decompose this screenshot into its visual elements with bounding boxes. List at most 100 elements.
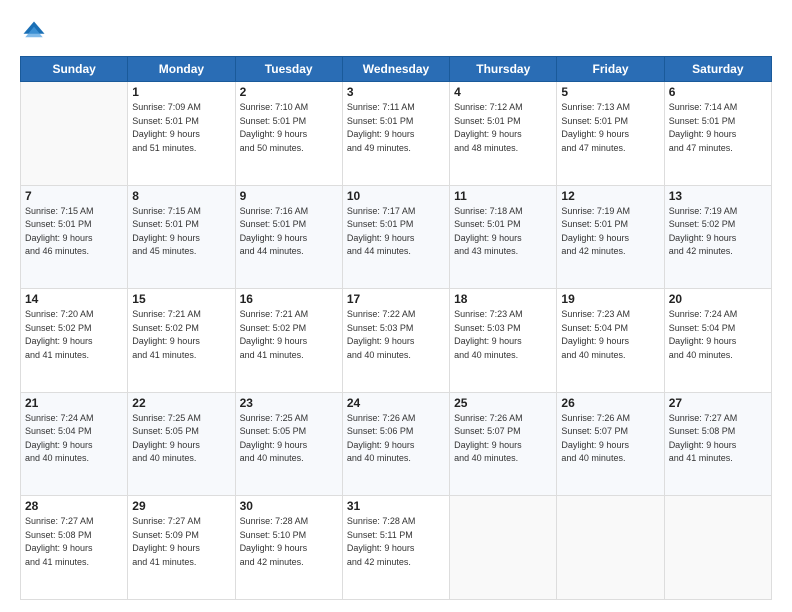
calendar-cell: 21 Sunrise: 7:24 AMSunset: 5:04 PMDayligh… xyxy=(21,392,128,496)
day-number: 3 xyxy=(347,85,445,99)
weekday-header-wednesday: Wednesday xyxy=(342,57,449,82)
calendar-week-4: 21 Sunrise: 7:24 AMSunset: 5:04 PMDayligh… xyxy=(21,392,772,496)
calendar-cell: 5 Sunrise: 7:13 AMSunset: 5:01 PMDaylight… xyxy=(557,82,664,186)
day-info: Sunrise: 7:10 AMSunset: 5:01 PMDaylight:… xyxy=(240,101,338,155)
day-info: Sunrise: 7:17 AMSunset: 5:01 PMDaylight:… xyxy=(347,205,445,259)
calendar-cell: 16 Sunrise: 7:21 AMSunset: 5:02 PMDayligh… xyxy=(235,289,342,393)
calendar-cell: 27 Sunrise: 7:27 AMSunset: 5:08 PMDayligh… xyxy=(664,392,771,496)
day-number: 27 xyxy=(669,396,767,410)
calendar-cell: 8 Sunrise: 7:15 AMSunset: 5:01 PMDaylight… xyxy=(128,185,235,289)
calendar-cell xyxy=(664,496,771,600)
calendar-cell xyxy=(21,82,128,186)
calendar-cell: 18 Sunrise: 7:23 AMSunset: 5:03 PMDayligh… xyxy=(450,289,557,393)
day-info: Sunrise: 7:14 AMSunset: 5:01 PMDaylight:… xyxy=(669,101,767,155)
day-info: Sunrise: 7:13 AMSunset: 5:01 PMDaylight:… xyxy=(561,101,659,155)
calendar-week-5: 28 Sunrise: 7:27 AMSunset: 5:08 PMDayligh… xyxy=(21,496,772,600)
day-info: Sunrise: 7:15 AMSunset: 5:01 PMDaylight:… xyxy=(132,205,230,259)
calendar-week-3: 14 Sunrise: 7:20 AMSunset: 5:02 PMDayligh… xyxy=(21,289,772,393)
day-info: Sunrise: 7:25 AMSunset: 5:05 PMDaylight:… xyxy=(132,412,230,466)
day-info: Sunrise: 7:23 AMSunset: 5:04 PMDaylight:… xyxy=(561,308,659,362)
day-info: Sunrise: 7:09 AMSunset: 5:01 PMDaylight:… xyxy=(132,101,230,155)
day-info: Sunrise: 7:24 AMSunset: 5:04 PMDaylight:… xyxy=(669,308,767,362)
day-info: Sunrise: 7:19 AMSunset: 5:01 PMDaylight:… xyxy=(561,205,659,259)
calendar-cell: 22 Sunrise: 7:25 AMSunset: 5:05 PMDayligh… xyxy=(128,392,235,496)
day-number: 18 xyxy=(454,292,552,306)
weekday-header-row: SundayMondayTuesdayWednesdayThursdayFrid… xyxy=(21,57,772,82)
calendar-cell: 29 Sunrise: 7:27 AMSunset: 5:09 PMDayligh… xyxy=(128,496,235,600)
day-number: 1 xyxy=(132,85,230,99)
day-number: 14 xyxy=(25,292,123,306)
day-info: Sunrise: 7:26 AMSunset: 5:06 PMDaylight:… xyxy=(347,412,445,466)
day-info: Sunrise: 7:26 AMSunset: 5:07 PMDaylight:… xyxy=(561,412,659,466)
calendar-cell: 24 Sunrise: 7:26 AMSunset: 5:06 PMDayligh… xyxy=(342,392,449,496)
day-number: 29 xyxy=(132,499,230,513)
day-info: Sunrise: 7:27 AMSunset: 5:08 PMDaylight:… xyxy=(669,412,767,466)
day-number: 5 xyxy=(561,85,659,99)
day-info: Sunrise: 7:22 AMSunset: 5:03 PMDaylight:… xyxy=(347,308,445,362)
day-number: 7 xyxy=(25,189,123,203)
day-info: Sunrise: 7:27 AMSunset: 5:08 PMDaylight:… xyxy=(25,515,123,569)
day-number: 16 xyxy=(240,292,338,306)
calendar-cell: 10Sunrise: 7:17 AMSunset: 5:01 PMDayligh… xyxy=(342,185,449,289)
day-number: 8 xyxy=(132,189,230,203)
logo xyxy=(20,18,52,46)
weekday-header-saturday: Saturday xyxy=(664,57,771,82)
day-number: 15 xyxy=(132,292,230,306)
day-number: 23 xyxy=(240,396,338,410)
day-number: 20 xyxy=(669,292,767,306)
calendar-cell xyxy=(450,496,557,600)
day-number: 9 xyxy=(240,189,338,203)
day-number: 21 xyxy=(25,396,123,410)
day-info: Sunrise: 7:21 AMSunset: 5:02 PMDaylight:… xyxy=(240,308,338,362)
calendar-cell: 12Sunrise: 7:19 AMSunset: 5:01 PMDayligh… xyxy=(557,185,664,289)
day-info: Sunrise: 7:15 AMSunset: 5:01 PMDaylight:… xyxy=(25,205,123,259)
day-number: 6 xyxy=(669,85,767,99)
calendar-cell: 19 Sunrise: 7:23 AMSunset: 5:04 PMDayligh… xyxy=(557,289,664,393)
calendar-cell: 15 Sunrise: 7:21 AMSunset: 5:02 PMDayligh… xyxy=(128,289,235,393)
day-info: Sunrise: 7:16 AMSunset: 5:01 PMDaylight:… xyxy=(240,205,338,259)
calendar-cell: 14 Sunrise: 7:20 AMSunset: 5:02 PMDayligh… xyxy=(21,289,128,393)
calendar-cell: 17 Sunrise: 7:22 AMSunset: 5:03 PMDayligh… xyxy=(342,289,449,393)
day-number: 19 xyxy=(561,292,659,306)
day-info: Sunrise: 7:24 AMSunset: 5:04 PMDaylight:… xyxy=(25,412,123,466)
calendar-week-2: 7 Sunrise: 7:15 AMSunset: 5:01 PMDaylight… xyxy=(21,185,772,289)
day-info: Sunrise: 7:25 AMSunset: 5:05 PMDaylight:… xyxy=(240,412,338,466)
weekday-header-tuesday: Tuesday xyxy=(235,57,342,82)
calendar-cell: 26Sunrise: 7:26 AMSunset: 5:07 PMDayligh… xyxy=(557,392,664,496)
day-number: 28 xyxy=(25,499,123,513)
calendar-cell: 4 Sunrise: 7:12 AMSunset: 5:01 PMDaylight… xyxy=(450,82,557,186)
day-info: Sunrise: 7:12 AMSunset: 5:01 PMDaylight:… xyxy=(454,101,552,155)
day-number: 17 xyxy=(347,292,445,306)
page: SundayMondayTuesdayWednesdayThursdayFrid… xyxy=(0,0,792,612)
day-number: 24 xyxy=(347,396,445,410)
calendar-week-1: 1 Sunrise: 7:09 AMSunset: 5:01 PMDaylight… xyxy=(21,82,772,186)
calendar-cell: 30Sunrise: 7:28 AMSunset: 5:10 PMDayligh… xyxy=(235,496,342,600)
calendar-cell: 23 Sunrise: 7:25 AMSunset: 5:05 PMDayligh… xyxy=(235,392,342,496)
calendar-cell: 3 Sunrise: 7:11 AMSunset: 5:01 PMDaylight… xyxy=(342,82,449,186)
calendar-cell: 20 Sunrise: 7:24 AMSunset: 5:04 PMDayligh… xyxy=(664,289,771,393)
day-info: Sunrise: 7:19 AMSunset: 5:02 PMDaylight:… xyxy=(669,205,767,259)
day-number: 25 xyxy=(454,396,552,410)
day-number: 11 xyxy=(454,189,552,203)
day-info: Sunrise: 7:20 AMSunset: 5:02 PMDaylight:… xyxy=(25,308,123,362)
header xyxy=(20,18,772,46)
calendar-cell: 7 Sunrise: 7:15 AMSunset: 5:01 PMDaylight… xyxy=(21,185,128,289)
calendar-cell xyxy=(557,496,664,600)
calendar-cell: 6 Sunrise: 7:14 AMSunset: 5:01 PMDaylight… xyxy=(664,82,771,186)
day-info: Sunrise: 7:18 AMSunset: 5:01 PMDaylight:… xyxy=(454,205,552,259)
day-number: 30 xyxy=(240,499,338,513)
calendar-cell: 1 Sunrise: 7:09 AMSunset: 5:01 PMDaylight… xyxy=(128,82,235,186)
calendar-cell: 31Sunrise: 7:28 AMSunset: 5:11 PMDayligh… xyxy=(342,496,449,600)
day-info: Sunrise: 7:27 AMSunset: 5:09 PMDaylight:… xyxy=(132,515,230,569)
day-number: 31 xyxy=(347,499,445,513)
calendar-cell: 2Sunrise: 7:10 AMSunset: 5:01 PMDaylight… xyxy=(235,82,342,186)
day-info: Sunrise: 7:21 AMSunset: 5:02 PMDaylight:… xyxy=(132,308,230,362)
day-number: 4 xyxy=(454,85,552,99)
day-info: Sunrise: 7:23 AMSunset: 5:03 PMDaylight:… xyxy=(454,308,552,362)
day-info: Sunrise: 7:26 AMSunset: 5:07 PMDaylight:… xyxy=(454,412,552,466)
day-info: Sunrise: 7:11 AMSunset: 5:01 PMDaylight:… xyxy=(347,101,445,155)
calendar-cell: 28 Sunrise: 7:27 AMSunset: 5:08 PMDayligh… xyxy=(21,496,128,600)
day-number: 22 xyxy=(132,396,230,410)
calendar-table: SundayMondayTuesdayWednesdayThursdayFrid… xyxy=(20,56,772,600)
weekday-header-sunday: Sunday xyxy=(21,57,128,82)
